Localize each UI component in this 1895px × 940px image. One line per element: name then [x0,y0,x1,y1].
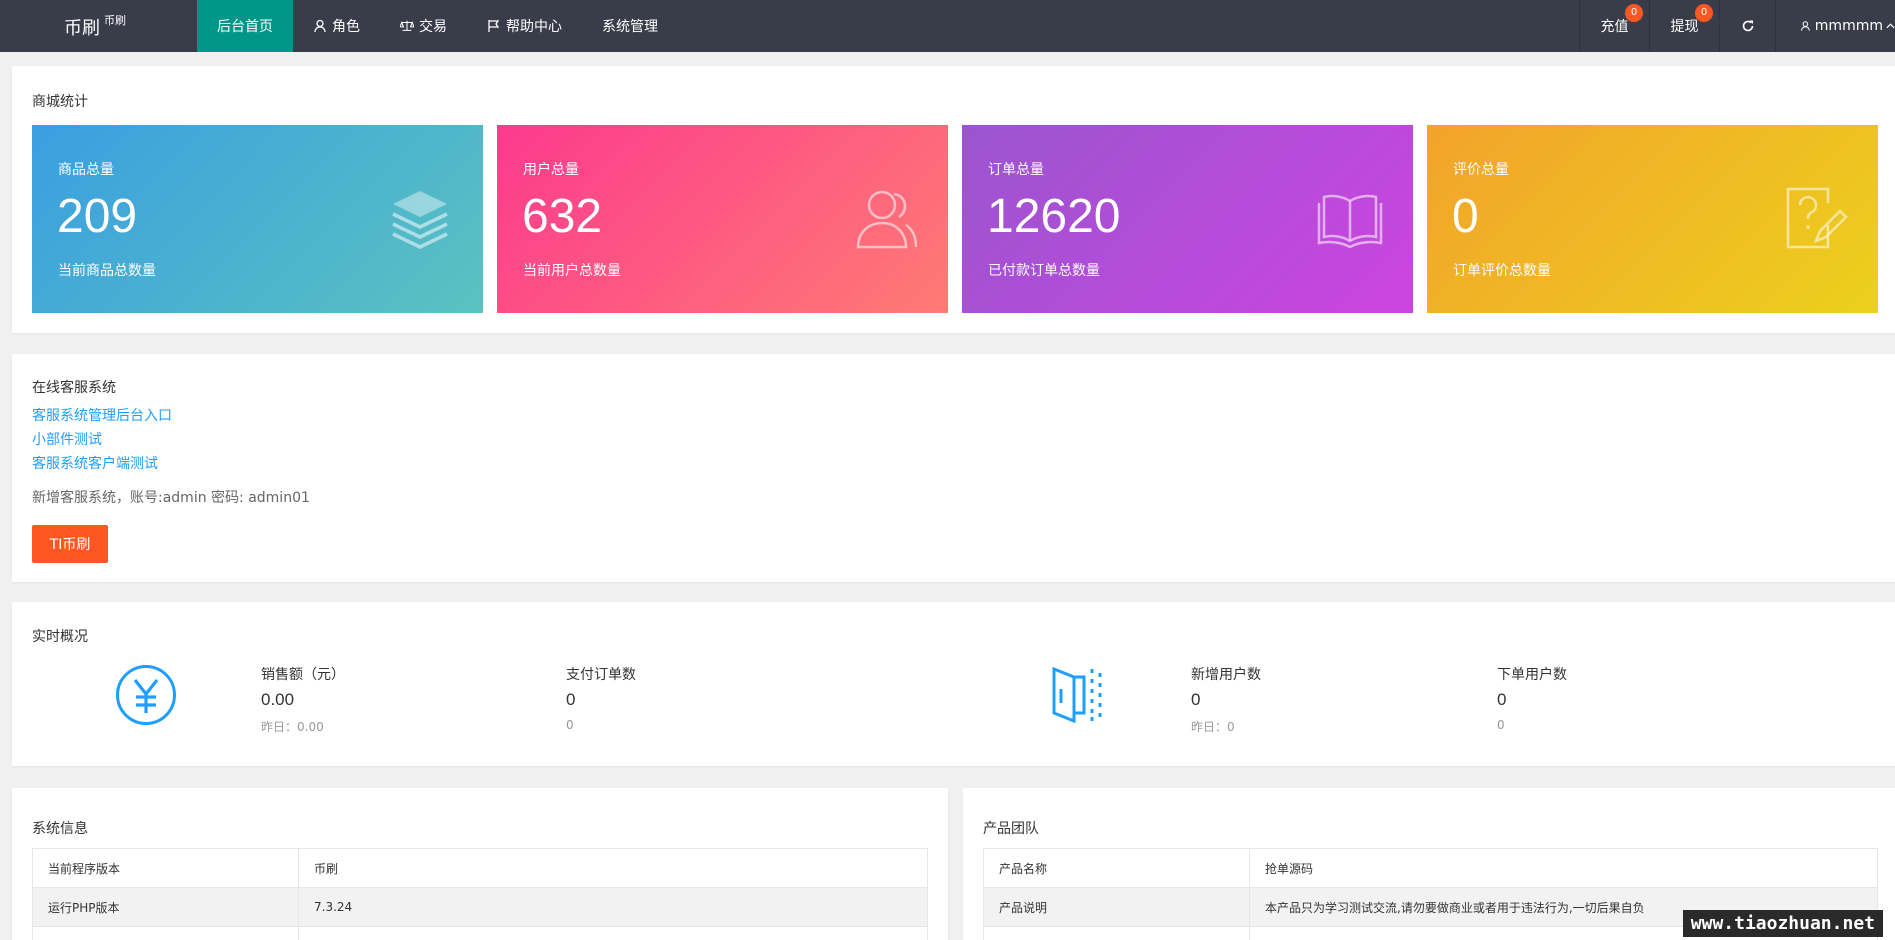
nav-system-label: 系统管理 [602,19,658,35]
widget-test-link[interactable]: 小部件测试 [32,428,172,452]
table-row: 运行PHP版本 7.3.24 [32,887,928,927]
stats-card: 商城统计 商品总量 209 当前商品总数量 用户总量 632 当前用户总数量 订… [12,66,1895,333]
table-cell-value: 抢单源码 [1249,848,1878,888]
stat-sub: 当前用户总数量 [523,263,621,279]
system-info-table: 当前程序版本 币刷 运行PHP版本 7.3.24 [32,848,928,940]
stat-orders[interactable]: 订单总量 12620 已付款订单总数量 [962,125,1413,313]
nav-trade-label: 交易 [419,19,447,35]
table-row [32,926,928,940]
stat-value: 632 [522,190,603,243]
stat-label: 评价总量 [1453,162,1509,178]
refresh-icon [1742,20,1753,32]
ti-brush-button[interactable]: TI币刷 [32,525,108,563]
service-card: 在线客服系统 客服系统管理后台入口 小部件测试 客服系统客户端测试 新增客服系统… [12,354,1895,582]
watermark: www.tiaozhuan.net [1682,910,1883,937]
nav-help[interactable]: 帮助中心 [467,0,582,52]
door-icon [1052,666,1102,723]
recharge-button[interactable]: 充值 0 [1579,0,1649,52]
stat-products[interactable]: 商品总量 209 当前商品总数量 [32,125,483,313]
realtime-card: 实时概况 销售额（元） 0.00 昨日：0.00 支付订单数 0 0 新增用户数… [12,602,1895,766]
nav-system[interactable]: 系统管理 [582,0,678,52]
stat-value: 12620 [987,190,1121,243]
system-info-title: 系统信息 [32,821,88,837]
withdraw-badge: 0 [1695,4,1713,22]
withdraw-label: 提现 [1670,19,1699,35]
table-row: 产品名称 抢单源码 [983,848,1878,888]
table-cell-key: 产品名称 [983,848,1250,888]
kpi-value: 0 [566,690,576,709]
yuan-icon [116,665,176,725]
flag-icon [488,20,500,32]
nav-trade[interactable]: 交易 [380,0,467,52]
nav-help-label: 帮助中心 [506,19,562,35]
layers-icon [392,191,448,249]
stat-sub: 当前商品总数量 [58,263,156,279]
system-info-card: 系统信息 当前程序版本 币刷 运行PHP版本 7.3.24 [12,788,948,940]
realtime-card-title: 实时概况 [32,629,88,645]
table-cell-key: 当前程序版本 [32,848,299,888]
user-name: mmmmm [1814,18,1883,34]
stat-label: 用户总量 [523,162,579,178]
kpi-sub: 0 [1497,718,1505,732]
kpi-paid-orders: 支付订单数 0 0 [566,664,636,732]
question-edit-icon [1786,187,1848,249]
stats-card-title: 商城统计 [32,94,88,110]
users-icon [856,190,918,249]
brand-small: 币刷 [104,14,126,27]
service-note: 新增客服系统，账号:admin 密码: admin01 [32,490,310,506]
kpi-sub: 昨日：0.00 [261,720,324,734]
stat-sub: 订单评价总数量 [1453,263,1551,279]
kpi-sales: 销售额（元） 0.00 昨日：0.00 [261,664,345,735]
admin-entry-link[interactable]: 客服系统管理后台入口 [32,404,172,428]
chevron-up-icon [1886,23,1895,29]
kpi-label: 下单用户数 [1497,667,1567,683]
table-row: 当前程序版本 币刷 [32,848,928,888]
service-links: 客服系统管理后台入口 小部件测试 客服系统客户端测试 [32,404,172,476]
kpi-label: 支付订单数 [566,667,636,683]
kpi-value: 0.00 [261,690,295,709]
table-cell-value: 7.3.24 [298,887,928,927]
table-cell-key: 产品说明 [983,887,1250,927]
user-icon [1801,21,1810,31]
kpi-ordering-users: 下单用户数 0 0 [1497,664,1567,732]
kpi-sub: 昨日：0 [1191,720,1235,734]
user-menu[interactable]: mmmmm [1775,0,1895,52]
nav-dashboard[interactable]: 后台首页 [197,0,293,52]
main-nav: 后台首页 角色 交易 帮助中心 系统管理 [197,0,678,52]
kpi-value: 0 [1497,690,1507,709]
recharge-label: 充值 [1600,19,1629,35]
brand-name: 币刷 [64,18,100,39]
nav-dashboard-label: 后台首页 [217,19,273,35]
brand-logo[interactable]: 币刷 币刷 [64,14,126,40]
refresh-button[interactable] [1719,0,1775,52]
product-team-title: 产品团队 [983,821,1039,837]
stat-sub: 已付款订单总数量 [988,263,1100,279]
stat-label: 商品总量 [58,162,114,178]
stat-value: 209 [57,190,138,243]
top-navbar: 币刷 币刷 后台首页 角色 交易 帮助中心 系统管理 充值 0 提现 0 mmm… [0,0,1895,52]
stat-label: 订单总量 [988,162,1044,178]
table-cell-key: 运行PHP版本 [32,887,299,927]
stat-value: 0 [1452,190,1479,243]
nav-roles-label: 角色 [332,19,360,35]
kpi-new-users: 新增用户数 0 昨日：0 [1191,664,1261,735]
client-test-link[interactable]: 客服系统客户端测试 [32,452,172,476]
kpi-sub: 0 [566,718,574,732]
table-cell-value: 币刷 [298,848,928,888]
scale-icon [400,20,414,31]
user-icon [314,19,326,33]
right-nav: 充值 0 提现 0 mmmmm [1579,0,1895,52]
nav-roles[interactable]: 角色 [293,0,380,52]
recharge-badge: 0 [1625,4,1643,22]
kpi-label: 新增用户数 [1191,667,1261,683]
kpi-label: 销售额（元） [261,667,345,683]
kpi-value: 0 [1191,690,1201,709]
withdraw-button[interactable]: 提现 0 [1649,0,1719,52]
stat-reviews[interactable]: 评价总量 0 订单评价总数量 [1427,125,1878,313]
stat-users[interactable]: 用户总量 632 当前用户总数量 [497,125,948,313]
book-icon [1317,194,1383,249]
service-card-title: 在线客服系统 [32,380,116,396]
